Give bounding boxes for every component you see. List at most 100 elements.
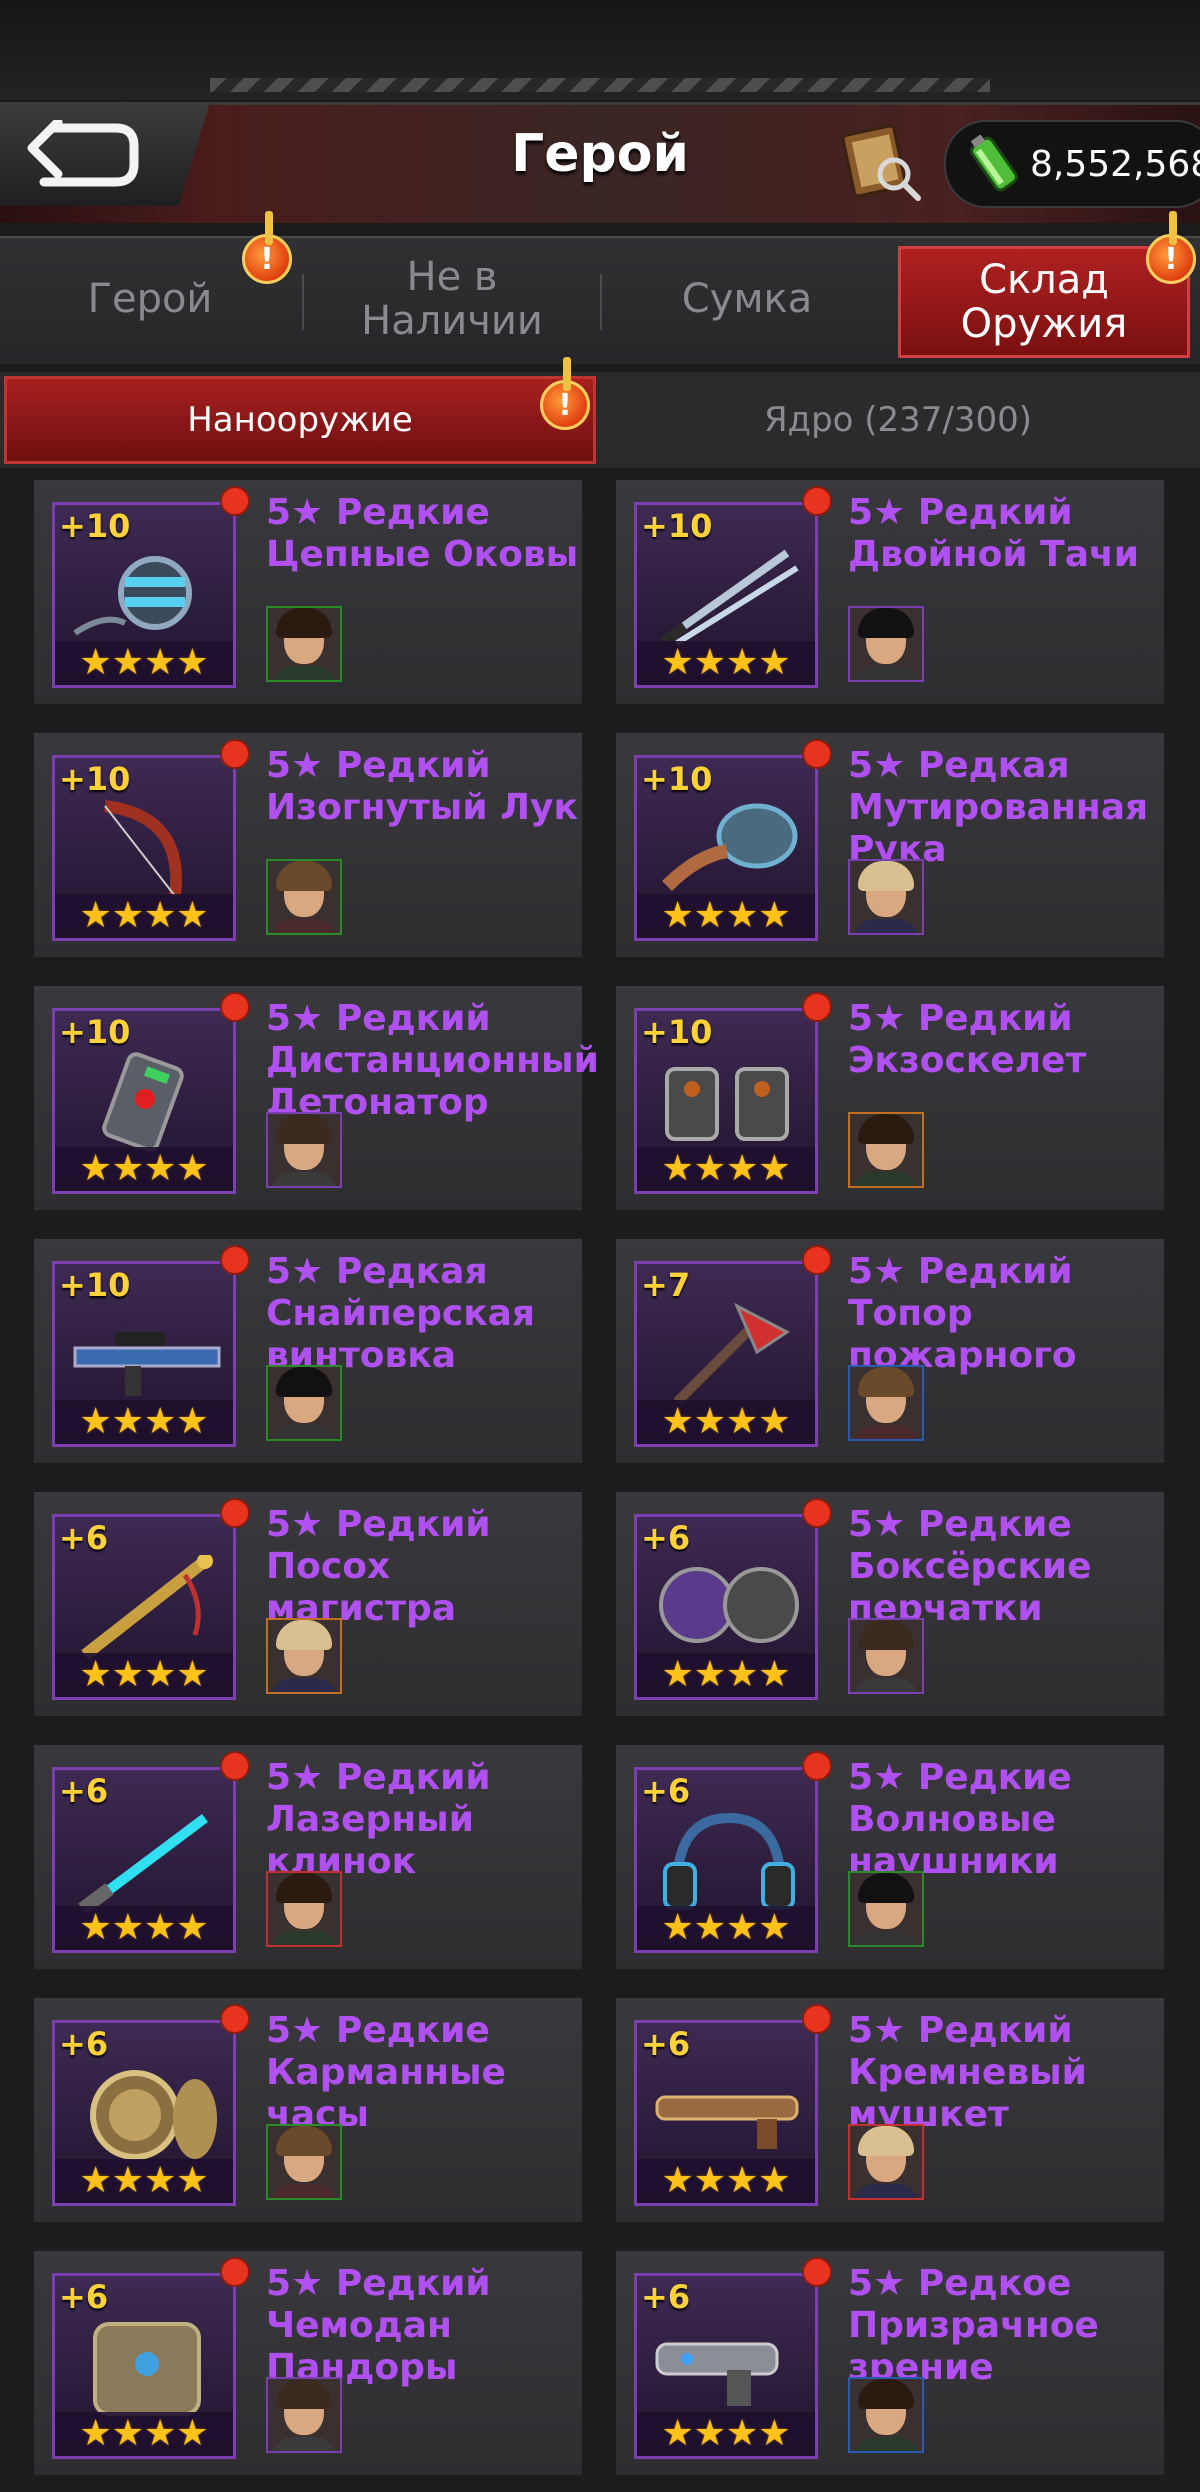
tab-hero-label: Герой xyxy=(87,276,213,322)
curved-bow-icon xyxy=(65,796,229,904)
weapon-name: 5★ Редкий Двойной Тачи xyxy=(848,492,1139,575)
star-icon: ★ xyxy=(661,1654,694,1695)
weapon-name: 5★ Редкие Волновые наушники xyxy=(848,1757,1072,1882)
hero-avatar[interactable] xyxy=(848,606,924,682)
star-icon: ★ xyxy=(693,642,726,683)
energy-cell-icon xyxy=(970,134,1018,192)
hero-avatar[interactable] xyxy=(848,2124,924,2200)
notification-dot xyxy=(220,2257,250,2287)
star-icon: ★ xyxy=(726,2160,759,2201)
weapon-card[interactable]: +6 ★ ★ ★ ★ 5★ Редкий Кремневый мушкет xyxy=(614,1996,1166,2224)
notification-dot xyxy=(802,1245,832,1275)
chain-shackles-icon xyxy=(65,543,229,651)
tab-weapon-storage-label: Склад Оружия xyxy=(960,257,1128,347)
weapon-card[interactable]: +6 ★ ★ ★ ★ 5★ Редкое Призрачное зрение xyxy=(614,2249,1166,2477)
notification-dot xyxy=(220,739,250,769)
hero-avatar[interactable] xyxy=(266,1618,342,1694)
hero-avatar[interactable] xyxy=(848,859,924,935)
weapon-card[interactable]: +10 ★ ★ ★ ★ 5★ Редкий Изогнутый Лук xyxy=(32,731,584,959)
star-icon: ★ xyxy=(726,895,759,936)
pocket-watch-icon xyxy=(65,2061,229,2169)
hero-avatar[interactable] xyxy=(266,1112,342,1188)
star-icon: ★ xyxy=(79,1148,112,1189)
weapon-name: 5★ Редкий Изогнутый Лук xyxy=(266,745,578,828)
hero-avatar[interactable] xyxy=(848,1112,924,1188)
notification-dot xyxy=(802,992,832,1022)
weapon-card[interactable]: +7 ★ ★ ★ ★ 5★ Редкий Топор пожарного xyxy=(614,1237,1166,1465)
star-icon: ★ xyxy=(144,1907,177,1948)
back-button[interactable] xyxy=(0,102,210,206)
upgrade-level: +6 xyxy=(59,2278,109,2316)
subtab-nanoweapon[interactable]: Нанооружие xyxy=(4,376,596,464)
star-icon: ★ xyxy=(758,1148,791,1189)
laser-blade-icon xyxy=(65,1808,229,1916)
star-icon: ★ xyxy=(661,1148,694,1189)
hero-avatar[interactable] xyxy=(266,1871,342,1947)
weapon-name: 5★ Редкий Кремневый мушкет xyxy=(848,2010,1087,2135)
subtab-core-label: Ядро (237/300) xyxy=(763,400,1033,440)
notification-dot xyxy=(220,992,250,1022)
star-icon: ★ xyxy=(726,1148,759,1189)
weapon-card[interactable]: +10 ★ ★ ★ ★ 5★ Редкие Цепные Оковы xyxy=(32,478,584,706)
weapon-card[interactable]: +6 ★ ★ ★ ★ 5★ Редкие Волновые наушники xyxy=(614,1743,1166,1971)
star-icon: ★ xyxy=(758,1654,791,1695)
upgrade-level: +10 xyxy=(59,1266,131,1304)
weapon-card[interactable]: +10 ★ ★ ★ ★ 5★ Редкий Дистанционный Детонатор xyxy=(32,984,599,1212)
weapon-name: 5★ Редкий Топор пожарного xyxy=(848,1251,1077,1376)
star-rating: ★ ★ ★ ★ xyxy=(637,1147,815,1191)
hero-avatar[interactable] xyxy=(266,2124,342,2200)
star-icon: ★ xyxy=(693,1401,726,1442)
hero-avatar[interactable] xyxy=(848,1618,924,1694)
star-rating: ★ ★ ★ ★ xyxy=(55,1906,233,1950)
hero-avatar[interactable] xyxy=(848,2377,924,2453)
weapon-card[interactable]: +6 ★ ★ ★ ★ 5★ Редкий Посох магистра xyxy=(32,1490,584,1718)
star-icon: ★ xyxy=(176,1401,209,1442)
star-icon: ★ xyxy=(144,2413,177,2454)
hero-avatar[interactable] xyxy=(266,859,342,935)
upgrade-level: +10 xyxy=(641,507,713,545)
weapon-card[interactable]: +10 ★ ★ ★ ★ 5★ Редкий Экзоскелет xyxy=(614,984,1166,1212)
hero-avatar[interactable] xyxy=(266,1365,342,1441)
star-icon: ★ xyxy=(661,642,694,683)
weapon-card[interactable]: +10 ★ ★ ★ ★ 5★ Редкая Снайперская винтовка xyxy=(32,1237,584,1465)
star-icon: ★ xyxy=(693,895,726,936)
book-magnifier-icon[interactable] xyxy=(840,120,924,204)
weapon-card[interactable]: +10 ★ ★ ★ ★ 5★ Редкий Двойной Тачи xyxy=(614,478,1166,706)
currency-display[interactable]: 8,552,568 xyxy=(944,120,1200,208)
hero-avatar[interactable] xyxy=(266,606,342,682)
star-rating: ★ ★ ★ ★ xyxy=(637,641,815,685)
star-icon: ★ xyxy=(79,642,112,683)
upgrade-level: +6 xyxy=(59,1519,109,1557)
weapon-card[interactable]: +6 ★ ★ ★ ★ 5★ Редкий Лазерный клинок xyxy=(32,1743,584,1971)
tab-bag[interactable]: Сумка xyxy=(602,236,892,362)
weapon-icon: +6 ★ ★ ★ ★ xyxy=(52,2020,236,2206)
hero-avatar[interactable] xyxy=(266,2377,342,2453)
star-icon: ★ xyxy=(726,2413,759,2454)
star-icon: ★ xyxy=(758,2160,791,2201)
star-icon: ★ xyxy=(661,895,694,936)
star-rating: ★ ★ ★ ★ xyxy=(637,2159,815,2203)
tab-not-available[interactable]: Не в Наличии xyxy=(304,236,600,362)
twin-swords-icon xyxy=(647,543,811,651)
upgrade-level: +10 xyxy=(59,760,131,798)
weapon-card[interactable]: +10 ★ ★ ★ ★ 5★ Редкая Мутированная Рука xyxy=(614,731,1166,959)
star-icon: ★ xyxy=(726,1907,759,1948)
star-icon: ★ xyxy=(144,1401,177,1442)
subtab-nanoweapon-label: Нанооружие xyxy=(187,400,413,440)
hero-avatar[interactable] xyxy=(848,1871,924,1947)
star-icon: ★ xyxy=(758,1401,791,1442)
weapon-card[interactable]: +6 ★ ★ ★ ★ 5★ Редкий Чемодан Пандоры xyxy=(32,2249,584,2477)
hero-avatar[interactable] xyxy=(848,1365,924,1441)
star-rating: ★ ★ ★ ★ xyxy=(637,1653,815,1697)
star-icon: ★ xyxy=(111,642,144,683)
notification-dot xyxy=(220,1245,250,1275)
detonator-icon xyxy=(65,1049,229,1157)
star-icon: ★ xyxy=(758,642,791,683)
star-icon: ★ xyxy=(111,2160,144,2201)
upgrade-level: +6 xyxy=(59,2025,109,2063)
subtab-core[interactable]: Ядро (237/300) xyxy=(600,376,1196,464)
weapon-card[interactable]: +6 ★ ★ ★ ★ 5★ Редкие Карманные часы xyxy=(32,1996,584,2224)
star-rating: ★ ★ ★ ★ xyxy=(637,894,815,938)
star-rating: ★ ★ ★ ★ xyxy=(637,1906,815,1950)
weapon-card[interactable]: +6 ★ ★ ★ ★ 5★ Редкие Боксёрские перчатки xyxy=(614,1490,1166,1718)
